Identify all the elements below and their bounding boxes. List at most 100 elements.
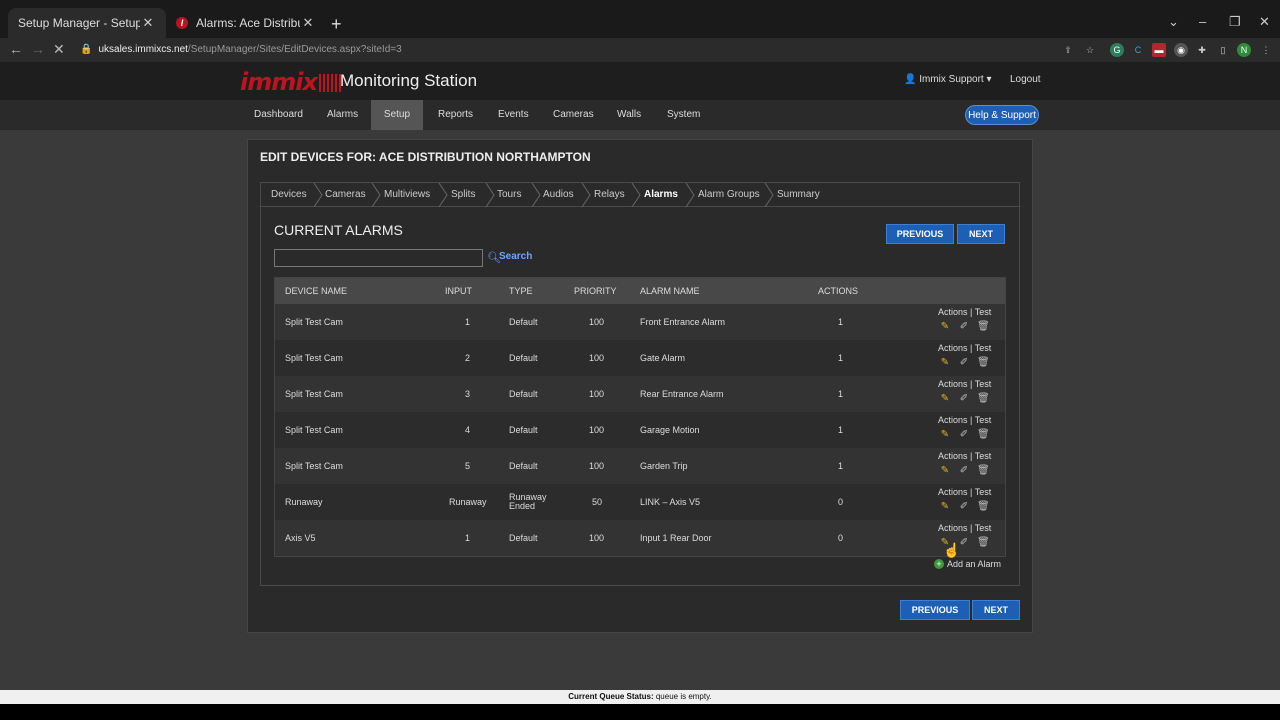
app-title: Monitoring Station (340, 71, 478, 90)
restore-icon[interactable]: ❐ (1229, 14, 1241, 30)
red-extension-icon[interactable]: ▬ (1152, 43, 1166, 57)
actions-test-links[interactable]: Actions | Test (938, 379, 991, 389)
stop-loading-icon[interactable]: ✕ (53, 41, 65, 58)
test-tool-icon[interactable]: ✐ (958, 465, 970, 477)
header-device-name[interactable]: DEVICE NAME (285, 278, 347, 304)
grammarly-extension-icon[interactable]: G (1110, 43, 1124, 57)
nav-cameras[interactable]: Cameras (553, 100, 594, 130)
step-relays[interactable]: Relays (594, 183, 625, 207)
header-actions[interactable]: ACTIONS (818, 278, 858, 304)
cell-alarm-name: Garage Motion (640, 425, 700, 435)
actions-test-links[interactable]: Actions | Test (938, 523, 991, 533)
help-support-button[interactable]: Help & Support (965, 105, 1039, 125)
delete-trash-icon[interactable]: 🗑︎ (977, 537, 990, 549)
immix-logo[interactable]: immix (240, 70, 341, 94)
tab-search-chevron-icon[interactable]: ⌄ (1168, 14, 1179, 30)
url-field[interactable]: 🔒 uksales.immixcs.net/SetupManager/Sites/… (80, 41, 1100, 59)
step-devices[interactable]: Devices (271, 183, 307, 207)
immix-favicon-icon: I (176, 17, 188, 29)
step-alarms[interactable]: Alarms (644, 183, 678, 207)
delete-trash-icon[interactable]: 🗑︎ (977, 393, 990, 405)
header-alarm-name[interactable]: ALARM NAME (640, 278, 700, 304)
logout-link[interactable]: Logout (1010, 74, 1041, 85)
nav-dashboard[interactable]: Dashboard (254, 100, 303, 130)
test-tool-icon[interactable]: ✐ (958, 429, 970, 441)
bookmark-star-icon[interactable]: ☆ (1083, 43, 1097, 57)
extension-icon[interactable]: ◉ (1174, 43, 1188, 57)
nav-reports[interactable]: Reports (438, 100, 473, 130)
delete-trash-icon[interactable]: 🗑︎ (977, 465, 990, 477)
nav-alarms[interactable]: Alarms (327, 100, 358, 130)
step-cameras[interactable]: Cameras (325, 183, 366, 207)
edit-pencil-icon[interactable]: ✎ (939, 357, 951, 369)
browser-menu-icon[interactable]: ⋮ (1259, 43, 1273, 57)
delete-trash-icon[interactable]: 🗑︎ (977, 357, 990, 369)
step-alarm-groups[interactable]: Alarm Groups (698, 183, 760, 207)
cell-type: Default (509, 317, 538, 327)
delete-trash-icon[interactable]: 🗑︎ (977, 321, 990, 333)
cell-input: 5 (465, 461, 471, 471)
close-window-icon[interactable]: ✕ (1259, 14, 1270, 30)
queue-status-value: queue is empty. (655, 692, 712, 701)
cell-priority: 100 (589, 389, 605, 399)
nav-system[interactable]: System (667, 100, 700, 130)
close-tab-icon[interactable]: ✕ (300, 15, 316, 31)
nav-setup[interactable]: Setup (371, 100, 423, 130)
crescent-extension-icon[interactable]: C (1131, 43, 1145, 57)
previous-button-top[interactable]: PREVIOUS (886, 224, 954, 244)
add-alarm-label: Add an Alarm (947, 559, 1002, 569)
edit-pencil-icon[interactable]: ✎ (939, 321, 951, 333)
search-input[interactable] (274, 249, 483, 267)
url-path: /SetupManager/Sites/EditDevices.aspx?sit… (187, 44, 402, 55)
nav-walls[interactable]: Walls (617, 100, 641, 130)
step-multiviews[interactable]: Multiviews (384, 183, 430, 207)
edit-pencil-icon[interactable]: ✎ (939, 393, 951, 405)
close-tab-icon[interactable]: ✕ (140, 15, 156, 31)
panel-heading: EDIT DEVICES FOR: ACE DISTRIBUTION NORTH… (260, 150, 591, 164)
browser-tab-setup[interactable]: Setup Manager - Setup: Devices ✕ (8, 8, 166, 38)
header-input[interactable]: INPUT (445, 278, 472, 304)
next-button-top[interactable]: NEXT (957, 224, 1005, 244)
new-tab-button[interactable]: + (331, 14, 342, 35)
cell-priority: 100 (589, 425, 605, 435)
table-header: DEVICE NAME INPUT TYPE PRIORITY ALARM NA… (275, 278, 1005, 304)
back-arrow-icon[interactable]: ← (9, 41, 23, 57)
actions-test-links[interactable]: Actions | Test (938, 343, 991, 353)
side-panel-icon[interactable]: ▯ (1216, 43, 1230, 57)
actions-test-links[interactable]: Actions | Test (938, 415, 991, 425)
test-tool-icon[interactable]: ✐ (958, 393, 970, 405)
wizard-steps: Devices Cameras Multiviews Splits Tours … (261, 183, 1019, 207)
edit-pencil-icon[interactable]: ✎ (939, 501, 951, 513)
delete-trash-icon[interactable]: 🗑︎ (977, 501, 990, 513)
test-tool-icon[interactable]: ✐ (958, 357, 970, 369)
actions-test-links[interactable]: Actions | Test (938, 307, 991, 317)
minimize-icon[interactable]: – (1199, 14, 1206, 29)
edit-pencil-icon[interactable]: ✎ (939, 429, 951, 441)
step-splits[interactable]: Splits (451, 183, 475, 207)
puzzle-extensions-icon[interactable]: ✚ (1195, 43, 1209, 57)
test-tool-icon[interactable]: ✐ (958, 501, 970, 513)
actions-test-links[interactable]: Actions | Test (938, 451, 991, 461)
cell-alarm-name: Input 1 Rear Door (640, 533, 712, 543)
add-alarm-link[interactable]: + Add an Alarm (934, 559, 1001, 569)
profile-avatar[interactable]: N (1237, 43, 1251, 57)
search-link[interactable]: Search (499, 251, 532, 262)
test-tool-icon[interactable]: ✐ (958, 321, 970, 333)
step-summary[interactable]: Summary (777, 183, 820, 207)
next-button-bottom[interactable]: NEXT (972, 600, 1020, 620)
header-priority[interactable]: PRIORITY (574, 278, 617, 304)
step-audios[interactable]: Audios (543, 183, 574, 207)
user-menu[interactable]: 👤 Immix Support ▾ (904, 74, 992, 85)
delete-trash-icon[interactable]: 🗑︎ (977, 429, 990, 441)
nav-events[interactable]: Events (498, 100, 529, 130)
forward-arrow-icon[interactable]: → (31, 41, 45, 57)
step-tours[interactable]: Tours (497, 183, 521, 207)
current-alarms-title: CURRENT ALARMS (274, 222, 403, 238)
actions-test-links[interactable]: Actions | Test (938, 487, 991, 497)
header-type[interactable]: TYPE (509, 278, 533, 304)
edit-pencil-icon[interactable]: ✎ (939, 465, 951, 477)
previous-button-bottom[interactable]: PREVIOUS (900, 600, 970, 620)
share-icon[interactable]: ⇪ (1061, 43, 1075, 57)
browser-tab-alarms[interactable]: I Alarms: Ace Distribution Northampton ✕ (166, 8, 326, 38)
table-row: Axis V5 1 Default 100 Input 1 Rear Door … (275, 520, 1005, 556)
